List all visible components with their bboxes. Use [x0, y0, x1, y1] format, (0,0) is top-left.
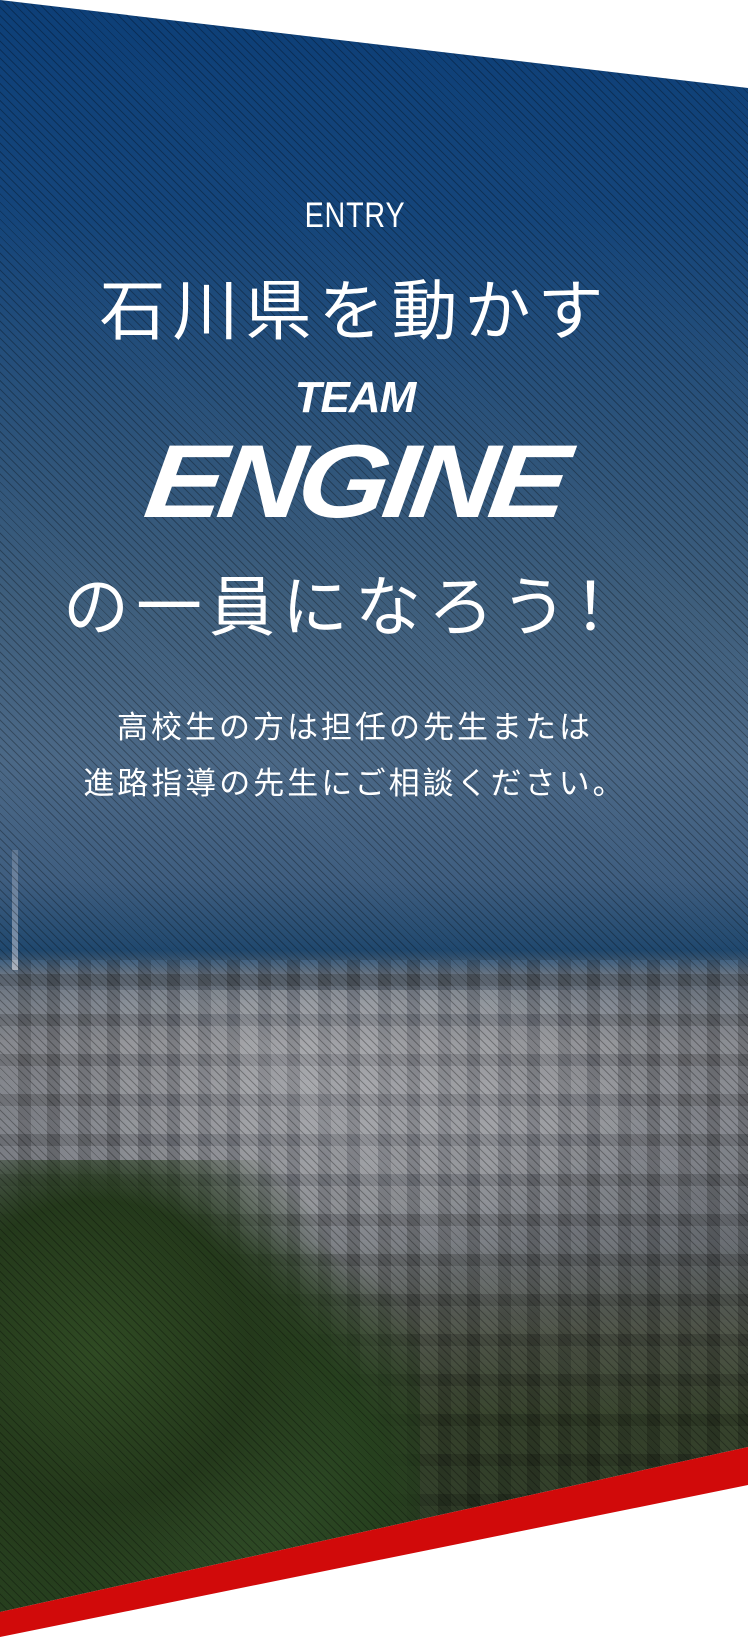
logo-team-text: TEAM — [294, 373, 417, 422]
headline-line-1: 石川県を動かす — [99, 273, 611, 350]
background-photo — [0, 0, 748, 1612]
headline-line-2: の一員になろう！ — [63, 569, 647, 646]
stripe-overlay — [0, 0, 748, 1612]
section-eyebrow: ENTRY — [304, 196, 406, 235]
entry-section: ENTRY 石川県を動かす TEAM ENGINE の一員になろう！ 高校生の方… — [0, 0, 748, 1637]
entry-note: 高校生の方は担任の先生または 進路指導の先生にご相談ください。 — [0, 700, 710, 812]
note-line-2: 進路指導の先生にご相談ください。 — [83, 766, 627, 802]
logo-engine-text: ENGINE — [138, 423, 572, 541]
note-line-1: 高校生の方は担任の先生または — [117, 710, 593, 746]
